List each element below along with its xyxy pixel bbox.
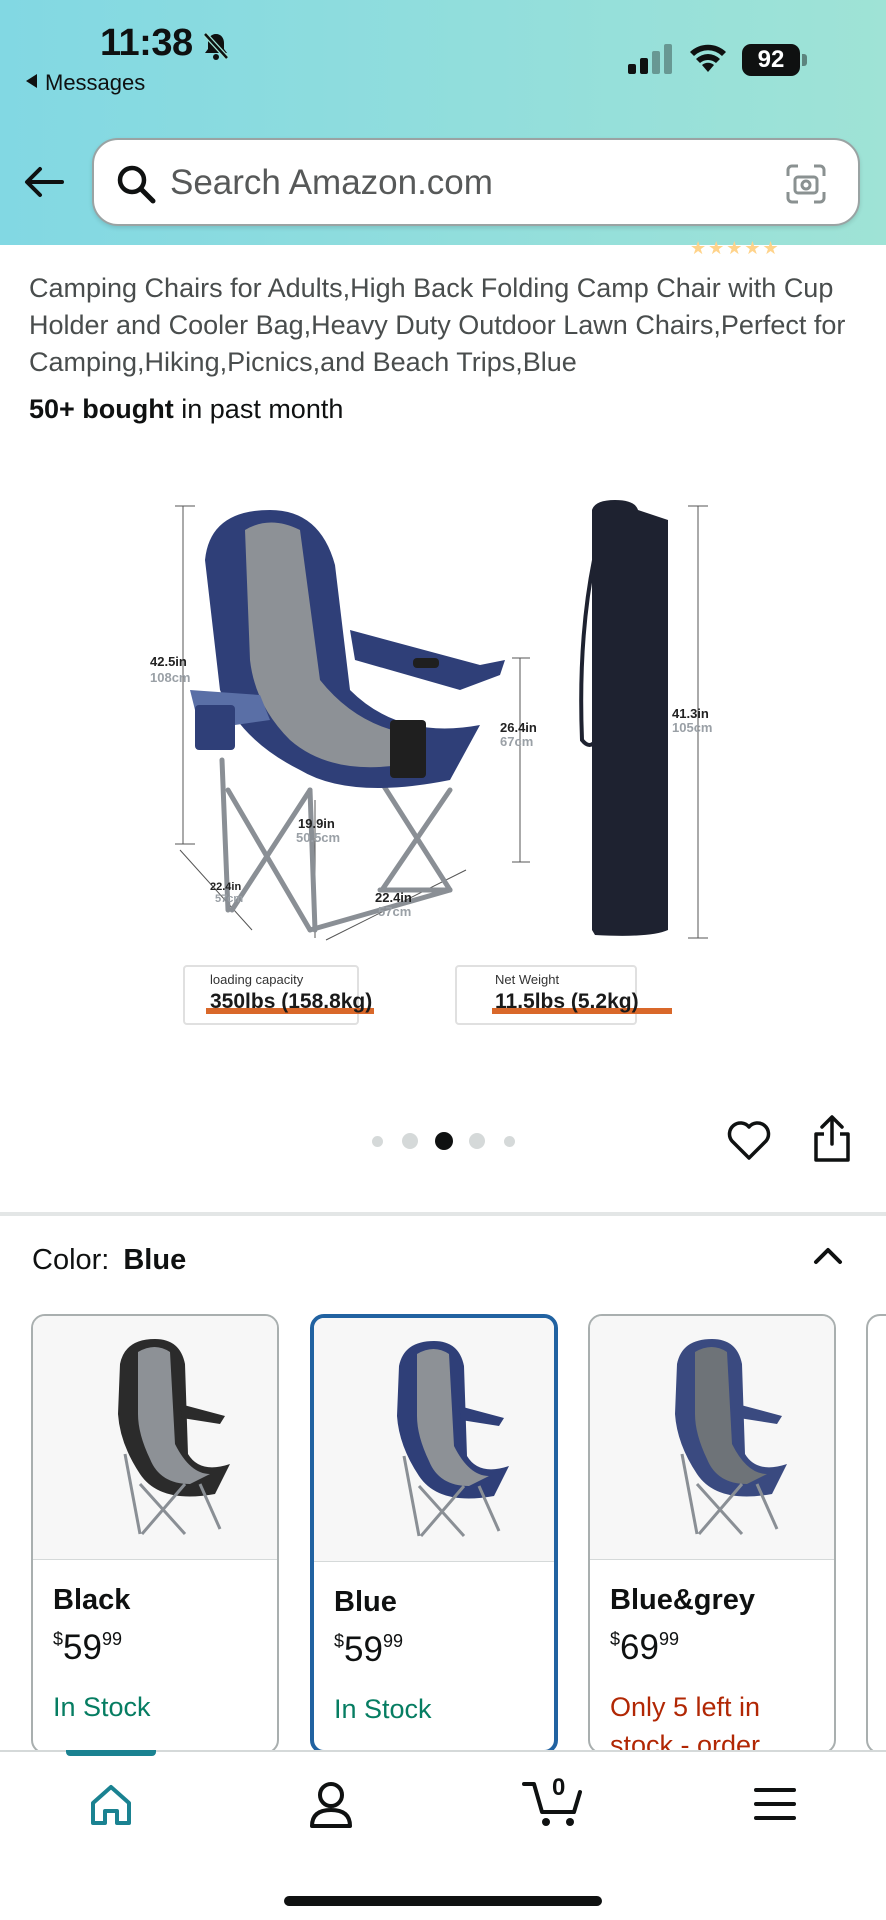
- dim-width-in: 22.4in: [375, 890, 412, 905]
- carousel-dot-4[interactable]: [469, 1133, 485, 1149]
- dim-seat-h-cm: 50.5cm: [296, 830, 340, 845]
- bought-count: 50+ bought: [29, 394, 174, 424]
- app-header: 11:38 Messages 92: [0, 0, 886, 245]
- dim-seat-in: 26.4in: [500, 720, 537, 735]
- dim-depth-in: 22.4in: [210, 881, 241, 893]
- stock-status: Only 5 left in stock - order…: [610, 1692, 788, 1754]
- product-title: Camping Chairs for Adults,High Back Fold…: [29, 273, 846, 377]
- battery-nub: [802, 54, 807, 66]
- color-selector-label: Color: Blue: [32, 1244, 186, 1277]
- weight-label: Net Weight: [495, 972, 559, 987]
- color-option-price: $5999: [53, 1628, 122, 1668]
- color-option-blue-grey[interactable]: Blue&grey $6999 Only 5 left in stock - o…: [588, 1314, 836, 1754]
- home-icon[interactable]: [88, 1782, 134, 1828]
- bell-slash-icon: [203, 32, 229, 60]
- carousel-dot-5[interactable]: [504, 1136, 515, 1147]
- nav-active-indicator: [66, 1750, 156, 1756]
- carousel-dot-2[interactable]: [402, 1133, 418, 1149]
- dim-height-in: 42.5in: [150, 654, 187, 669]
- back-app-label: Messages: [45, 70, 146, 95]
- stock-status: In Stock: [53, 1692, 151, 1722]
- battery-level: 92: [742, 44, 800, 76]
- carousel-dot-3-active[interactable]: [435, 1132, 453, 1150]
- search-bar[interactable]: [92, 138, 860, 226]
- capacity-value: 350lbs (158.8kg): [210, 990, 372, 1013]
- price-fraction: 99: [658, 1629, 679, 1649]
- search-input[interactable]: [170, 160, 730, 206]
- dim-height-cm: 108cm: [150, 670, 190, 685]
- price-currency: $: [610, 1629, 621, 1649]
- cellular-signal-icon: [628, 44, 672, 74]
- price-fraction: 99: [382, 1631, 403, 1651]
- color-option-blue[interactable]: Blue $5999 In Stock: [310, 1314, 558, 1754]
- dim-seat-h-in: 19.9in: [298, 816, 335, 831]
- image-carousel-dots[interactable]: [366, 1128, 526, 1152]
- chevron-up-icon[interactable]: [810, 1240, 846, 1270]
- color-option-name: Blue: [334, 1586, 397, 1618]
- color-option-name: Blue&grey: [610, 1584, 756, 1616]
- price-currency: $: [334, 1631, 345, 1651]
- price-whole: 59: [344, 1630, 383, 1669]
- dim-bag-cm: 105cm: [672, 720, 712, 735]
- dim-depth-cm: 57cm: [215, 893, 243, 905]
- bought-in-past-month: 50+ bought in past month: [29, 394, 343, 425]
- color-option-image: [590, 1316, 834, 1560]
- cart-count: 0: [552, 1774, 566, 1801]
- home-indicator-bar[interactable]: [284, 1896, 602, 1906]
- price-fraction: 99: [101, 1629, 122, 1649]
- heart-icon[interactable]: [726, 1118, 772, 1164]
- share-icon[interactable]: [810, 1114, 854, 1164]
- chair-thumbnail-blue-grey: [675, 1339, 787, 1536]
- menu-icon[interactable]: [754, 1786, 796, 1822]
- back-arrow-icon[interactable]: [22, 160, 66, 204]
- account-icon[interactable]: [308, 1780, 354, 1830]
- chair-thumbnail-black: [118, 1339, 230, 1536]
- color-option-price: $5999: [334, 1630, 403, 1670]
- back-triangle-icon: [26, 74, 37, 88]
- back-to-messages[interactable]: Messages: [26, 70, 145, 96]
- wifi-icon: [690, 44, 726, 72]
- price-whole: 59: [63, 1628, 102, 1667]
- color-option-black[interactable]: Black $5999 In Stock: [31, 1314, 279, 1754]
- rating-stars-partial: ★★★★★: [690, 238, 781, 258]
- weight-value: 11.5lbs (5.2kg): [495, 990, 639, 1013]
- battery-indicator: 92: [742, 44, 808, 76]
- camera-lens-icon[interactable]: [784, 162, 828, 206]
- color-option-name: Black: [53, 1584, 131, 1616]
- price-whole: 69: [620, 1628, 659, 1667]
- carousel-dot-1[interactable]: [372, 1136, 383, 1147]
- color-label-text: Color:: [32, 1244, 110, 1276]
- capacity-label: loading capacity: [210, 972, 304, 987]
- dim-bag-in: 41.3in: [672, 706, 709, 721]
- bottom-navigation: 0: [0, 1750, 886, 1920]
- color-option-image: [33, 1316, 277, 1560]
- section-divider: [0, 1212, 886, 1216]
- price-currency: $: [53, 1629, 64, 1649]
- product-image[interactable]: 42.5in 26.4in 19.9in 22.4in 22.4in 41.3i…: [150, 490, 740, 1030]
- stock-status: In Stock: [334, 1694, 432, 1724]
- chair-thumbnail-blue: [397, 1341, 509, 1538]
- bought-period: in past month: [173, 394, 344, 424]
- color-selected-value: Blue: [123, 1244, 187, 1276]
- cart-button[interactable]: 0: [522, 1774, 586, 1830]
- dim-seat-cm: 67cm: [500, 734, 533, 749]
- color-option-next-partial[interactable]: [866, 1314, 886, 1754]
- color-option-price: $6999: [610, 1628, 679, 1668]
- status-time: 11:38: [100, 22, 193, 64]
- dim-width-cm: 57cm: [378, 904, 411, 919]
- search-icon: [117, 165, 156, 204]
- color-option-image: [314, 1318, 554, 1562]
